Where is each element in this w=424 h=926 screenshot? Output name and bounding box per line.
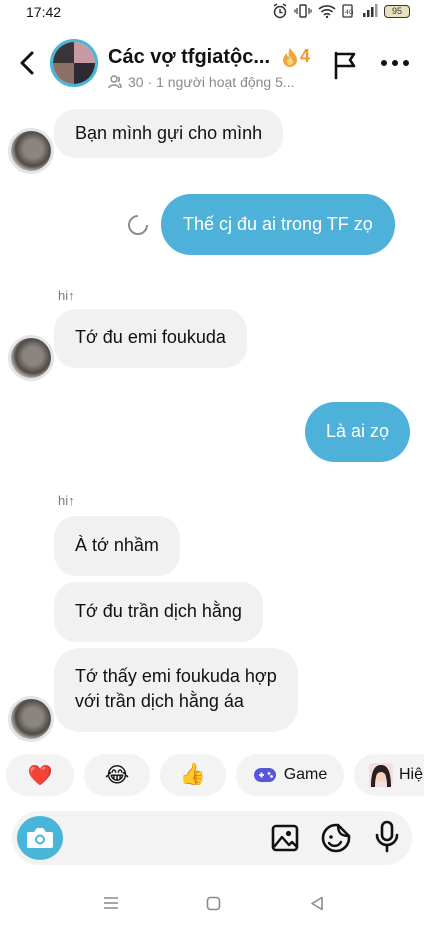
message-line: với trần dịch hằng áa <box>75 691 244 711</box>
group-avatar[interactable] <box>50 39 98 87</box>
member-count: 30 <box>128 74 144 90</box>
sticker-suggestion-button[interactable]: Hiệ <box>354 754 424 796</box>
incoming-message[interactable]: Tớ thấy emi foukuda hợp với trần dịch hằ… <box>54 648 298 732</box>
camera-button[interactable] <box>17 816 63 860</box>
heart-emoji-icon: ❤️ <box>27 764 53 787</box>
incoming-message[interactable]: À tớ nhầm <box>54 516 180 576</box>
svg-text:4G: 4G <box>345 9 354 16</box>
outgoing-message[interactable]: Thế cj đu ai trong TF zọ <box>161 194 395 255</box>
recent-apps-icon[interactable] <box>103 896 119 910</box>
streak-badge[interactable]: 4 <box>282 46 310 67</box>
gamepad-icon <box>253 768 276 782</box>
thumbs-up-emoji-icon: 👍 <box>179 763 207 786</box>
status-bar: 17:42 4G 95 <box>0 0 424 26</box>
sender-avatar[interactable] <box>8 696 54 742</box>
message-line: Tớ thấy emi foukuda hợp <box>75 666 277 686</box>
group-name[interactable]: Các vợ tfgiatộc... <box>108 46 270 69</box>
laughing-emoji-icon: 😂 <box>104 763 130 787</box>
signal-icon <box>363 4 378 17</box>
status-time: 17:42 <box>26 4 62 20</box>
game-button[interactable]: Game <box>236 754 344 796</box>
back-button[interactable] <box>14 48 40 78</box>
home-icon[interactable] <box>206 896 221 911</box>
sticker-label: Hiệ <box>399 766 424 783</box>
sticker-icon[interactable] <box>320 822 352 854</box>
back-nav-icon[interactable] <box>310 896 324 911</box>
sticker-avatar-icon <box>369 763 393 787</box>
fire-icon <box>283 47 297 67</box>
incoming-message[interactable]: Bạn mình gựi cho mình <box>54 109 284 158</box>
incoming-message[interactable]: Tớ đu trần dịch hằng <box>54 582 263 642</box>
system-navigation-bar <box>0 880 424 926</box>
members-icon <box>108 75 122 89</box>
streak-count: 4 <box>300 46 311 66</box>
microphone-icon[interactable] <box>372 820 402 854</box>
flag-icon[interactable] <box>332 50 358 80</box>
reaction-heart-button[interactable]: ❤️ <box>6 754 74 796</box>
reaction-laugh-button[interactable]: 😂 <box>84 754 150 796</box>
image-icon[interactable] <box>270 823 300 853</box>
battery-icon: 95 <box>384 4 410 18</box>
wifi-icon <box>318 5 336 18</box>
sending-spinner-icon <box>128 215 148 235</box>
sim-signal-icon: 4G <box>342 4 354 18</box>
game-label: Game <box>283 766 328 783</box>
alarm-icon <box>273 3 287 19</box>
sender-name: hi↑ <box>58 493 75 508</box>
more-options-icon[interactable] <box>380 56 410 70</box>
activity-status: · 1 người hoạt động 5... <box>147 74 295 90</box>
outgoing-message[interactable]: Là ai zọ <box>305 402 411 462</box>
sender-name: hi↑ <box>58 288 75 303</box>
status-icons: 4G 95 <box>272 3 410 19</box>
sender-avatar[interactable] <box>8 128 54 174</box>
sender-avatar[interactable] <box>8 335 54 381</box>
message-composer[interactable] <box>12 811 412 865</box>
camera-icon <box>27 828 53 848</box>
reaction-like-button[interactable]: 👍 <box>160 754 226 796</box>
incoming-message[interactable]: Tớ đu emi foukuda <box>54 309 247 368</box>
chat-header: Các vợ tfgiatộc... 4 30 · 1 người hoạt đ… <box>0 28 424 98</box>
vibrate-icon <box>294 4 312 18</box>
member-info[interactable]: 30 · 1 người hoạt động 5... <box>108 74 295 90</box>
